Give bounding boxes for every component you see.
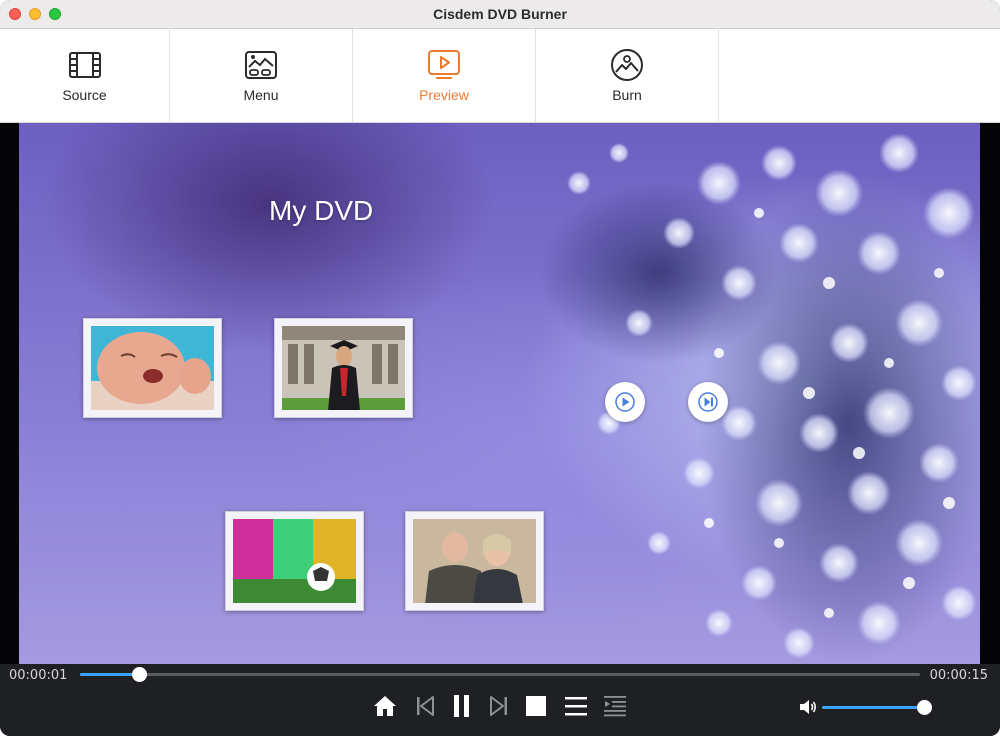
- pause-icon: [454, 695, 469, 717]
- volume-slider[interactable]: [822, 700, 932, 715]
- dvd-menu-title: My DVD: [269, 195, 374, 226]
- volume-handle[interactable]: [917, 700, 932, 715]
- chapter-thumbnail-couple[interactable]: [405, 511, 544, 611]
- home-icon: [374, 696, 396, 716]
- next-button[interactable]: [486, 693, 512, 719]
- app-window: Cisdem DVD Burner Source Menu Preview Bu…: [0, 0, 1000, 736]
- chapter-thumbnail-baby[interactable]: [83, 318, 222, 418]
- film-icon: [68, 52, 101, 78]
- dvd-menu-canvas: My DVD: [19, 123, 980, 664]
- total-time: 00:00:15: [929, 668, 988, 683]
- pause-button[interactable]: [449, 693, 475, 719]
- thumbnail-image: [91, 326, 214, 410]
- tab-burn-label: Burn: [612, 87, 642, 103]
- tab-source[interactable]: Source: [0, 29, 170, 122]
- preview-stage: My DVD: [0, 123, 1000, 664]
- menu-list-button[interactable]: [563, 693, 589, 719]
- seek-handle[interactable]: [131, 667, 147, 682]
- volume-button[interactable]: [798, 697, 818, 717]
- title-bar: Cisdem DVD Burner: [0, 0, 1000, 29]
- tab-source-label: Source: [62, 87, 107, 103]
- skip-previous-icon: [417, 696, 434, 716]
- play-all-button[interactable]: [605, 382, 645, 422]
- skip-next-icon: [490, 696, 507, 716]
- tab-menu-label: Menu: [243, 87, 279, 103]
- volume-level: [822, 706, 924, 709]
- stop-icon: [526, 696, 546, 716]
- main-toolbar: Source Menu Preview Burn: [0, 29, 1000, 123]
- chapter-list-icon: [604, 696, 626, 717]
- tab-menu[interactable]: Menu: [170, 29, 353, 122]
- next-page-button[interactable]: [688, 382, 728, 422]
- play-icon: [615, 392, 635, 412]
- seek-bar[interactable]: [80, 667, 920, 682]
- tab-preview-label: Preview: [419, 87, 469, 103]
- thumbnail-image: [413, 519, 536, 603]
- list-icon: [565, 697, 587, 716]
- menu-template-icon: [245, 51, 277, 79]
- tab-preview[interactable]: Preview: [353, 29, 536, 122]
- previous-button[interactable]: [412, 693, 438, 719]
- thumbnail-image: [233, 519, 356, 603]
- thumbnail-image: [282, 326, 405, 410]
- home-button[interactable]: [372, 693, 398, 719]
- seek-bar-progress: [80, 673, 139, 676]
- skip-next-icon: [698, 392, 718, 412]
- chapter-list-button[interactable]: [602, 693, 628, 719]
- stop-button[interactable]: [523, 693, 549, 719]
- speaker-icon: [800, 700, 817, 714]
- window-title: Cisdem DVD Burner: [433, 6, 567, 22]
- disc-burn-icon: [611, 49, 643, 81]
- player-controls: 00:00:01 00:00:15: [0, 664, 1000, 736]
- tab-burn[interactable]: Burn: [536, 29, 719, 122]
- chapter-thumbnail-graduate[interactable]: [274, 318, 413, 418]
- chapter-thumbnail-soccer[interactable]: [225, 511, 364, 611]
- current-time: 00:00:01: [9, 668, 68, 683]
- preview-play-icon: [428, 50, 460, 79]
